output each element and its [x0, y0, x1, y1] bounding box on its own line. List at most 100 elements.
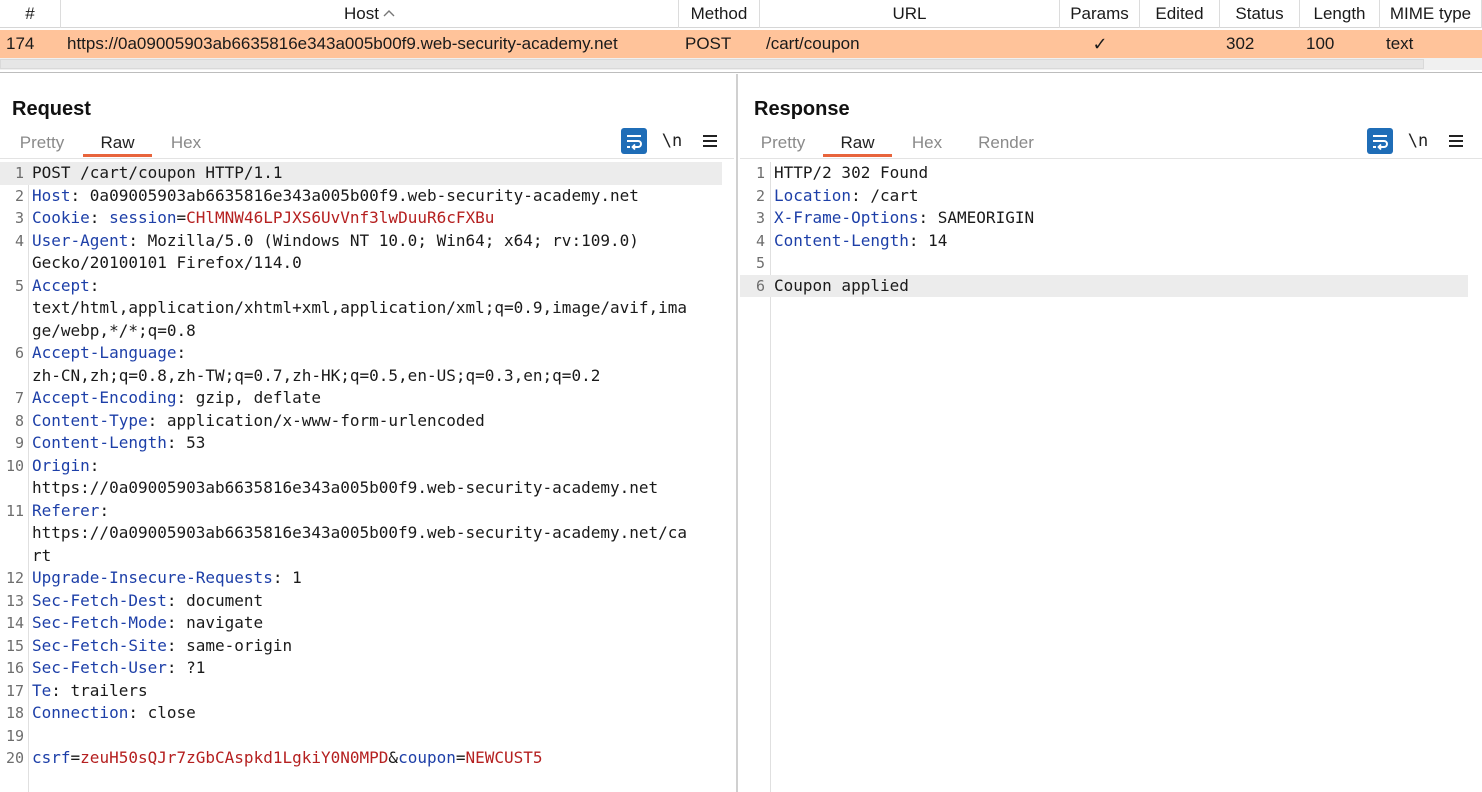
header-value: : ?1 [166, 658, 206, 677]
cookie-name: session [109, 208, 177, 227]
code-line: 18 Connection: close [0, 702, 722, 725]
line-text: X-Frame-Options: SAMEORIGIN [774, 207, 1034, 230]
header-name: X-Frame-Options [774, 208, 919, 227]
word-wrap-icon[interactable] [621, 128, 647, 154]
line-text: Upgrade-Insecure-Requests: 1 [32, 567, 302, 590]
show-newlines-toggle[interactable]: \n [1405, 128, 1431, 154]
tab-raw[interactable]: Raw [823, 131, 892, 157]
line-text: ge/webp,*/*;q=0.8 [32, 320, 196, 343]
show-newlines-toggle[interactable]: \n [659, 128, 685, 154]
row-url: /cart/coupon [766, 34, 860, 53]
column-header-params[interactable]: Params [1060, 0, 1140, 28]
code-line: text/html,application/xhtml+xml,applicat… [0, 297, 722, 320]
hamburger-menu-icon[interactable] [697, 128, 723, 154]
line-number: 6 [755, 276, 765, 295]
tab-render[interactable]: Render [970, 131, 1042, 157]
code-line: ge/webp,*/*;q=0.8 [0, 320, 722, 343]
code-line: 15 Sec-Fetch-Site: same-origin [0, 635, 722, 658]
line-text: Content-Length: 53 [32, 432, 205, 455]
tab-raw[interactable]: Raw [83, 131, 152, 157]
header-value: : navigate [166, 613, 264, 632]
line-number: 5 [755, 254, 765, 272]
code-line: zh-CN,zh;q=0.8,zh-TW;q=0.7,zh-HK;q=0.5,e… [0, 365, 722, 388]
column-header-status[interactable]: Status [1220, 0, 1300, 28]
request-title: Request [12, 98, 91, 120]
column-header-mime-type[interactable]: MIME type [1380, 0, 1482, 28]
line-text: POST /cart/coupon HTTP/1.1 [32, 162, 282, 185]
line-text: User-Agent: Mozilla/5.0 (Windows NT 10.0… [32, 230, 639, 253]
line-number: 3 [755, 209, 765, 227]
code-line: Gecko/20100101 Firefox/114.0 [0, 252, 722, 275]
line-number: 2 [14, 186, 24, 205]
header-value: : same-origin [166, 635, 293, 655]
line-number: 1 [14, 164, 24, 182]
code-line: 11 Referer: [0, 500, 722, 523]
code-line: 2 Location: /cart [740, 185, 1468, 208]
line-plain-text: HTTP/2 302 Found [774, 163, 929, 182]
line-number: 4 [14, 231, 24, 250]
line-text: Cookie: session=CHlMNW46LPJXS6UvVnf3lwDu… [32, 207, 494, 230]
body-param-value: zeuH50sQJr7zGbCAspkd1LgkiY0N0MPD [80, 748, 389, 767]
header-name: Cookie [32, 208, 90, 227]
line-text: rt [32, 545, 51, 568]
pane-splitter[interactable] [0, 72, 1482, 73]
column-header-edited[interactable]: Edited [1140, 0, 1220, 28]
line-text: Coupon applied [774, 275, 909, 298]
word-wrap-icon[interactable] [1367, 128, 1393, 154]
line-text: Accept-Language: [32, 342, 186, 365]
line-number: 17 [5, 681, 24, 700]
code-line: 6 Coupon applied [740, 274, 1468, 298]
header-value: : [89, 208, 110, 227]
line-number: 14 [5, 614, 24, 632]
column-header-method[interactable]: Method [679, 0, 760, 28]
hamburger-menu-icon[interactable] [1443, 128, 1469, 154]
tab-hex[interactable]: Hex [900, 131, 954, 157]
header-value: : gzip, deflate [176, 388, 322, 407]
header-name: Connection [32, 703, 129, 722]
column-header-number[interactable]: # [0, 0, 61, 28]
header-name: Accept-Language [32, 343, 177, 362]
line-number: 16 [5, 659, 24, 677]
line-number: 8 [14, 411, 24, 430]
tab-pretty[interactable]: Pretty [12, 131, 72, 157]
header-value: : [176, 343, 187, 362]
code-line: 3 Cookie: session=CHlMNW46LPJXS6UvVnf3lwD… [0, 207, 722, 230]
code-line: 1 POST /cart/coupon HTTP/1.1 [0, 162, 722, 185]
code-line: 3 X-Frame-Options: SAMEORIGIN [740, 207, 1468, 230]
horizontal-scrollbar[interactable] [0, 58, 1482, 70]
body-param-key: csrf [32, 748, 71, 767]
code-line: https://0a09005903ab6635816e343a005b00f9… [0, 522, 722, 545]
header-value: : 53 [166, 433, 206, 452]
column-header-url[interactable]: URL [760, 0, 1060, 28]
line-number: 15 [5, 636, 24, 655]
tab-pretty[interactable]: Pretty [754, 131, 812, 157]
line-number: 2 [755, 186, 765, 205]
line-text: https://0a09005903ab6635816e343a005b00f9… [32, 522, 687, 545]
code-line: 13 Sec-Fetch-Dest: document [0, 590, 722, 613]
column-header-length[interactable]: Length [1300, 0, 1380, 28]
line-plain-text: POST /cart/coupon HTTP/1.1 [32, 163, 283, 182]
line-text: Sec-Fetch-User: ?1 [32, 657, 205, 680]
tab-hex[interactable]: Hex [160, 131, 212, 157]
header-value: : Mozilla/5.0 (Windows NT 10.0; Win64; x… [128, 230, 639, 250]
header-value: : document [166, 590, 264, 610]
column-header-host[interactable]: Host [61, 0, 679, 28]
response-editor[interactable]: 1 HTTP/2 302 Found 2 Location: /cart 3 X-Fram… [740, 162, 1482, 792]
body-param-value: NEWCUST5 [465, 748, 543, 767]
line-text: text/html,application/xhtml+xml,applicat… [32, 297, 687, 320]
line-plain-text: https://0a09005903ab6635816e343a005b00f9… [32, 478, 659, 497]
line-plain-text: text/html,application/xhtml+xml,applicat… [32, 298, 688, 317]
panel-splitter[interactable] [736, 74, 738, 792]
scrollbar-thumb[interactable] [0, 59, 1424, 69]
tabs-divider [740, 158, 1482, 159]
code-line: 7 Accept-Encoding: gzip, deflate [0, 387, 722, 410]
request-editor[interactable]: 1 POST /cart/coupon HTTP/1.1 2 Host: 0a0900… [0, 162, 734, 792]
table-row[interactable]: 174 https://0a09005903ab6635816e343a005b… [0, 30, 1482, 58]
code-line: 19 [0, 725, 722, 748]
code-line: 5 [740, 252, 1468, 275]
line-plain-text: zh-CN,zh;q=0.8,zh-TW;q=0.7,zh-HK;q=0.5,e… [32, 365, 601, 385]
code-line: 6 Accept-Language: [0, 342, 722, 365]
code-line: 17 Te: trailers [0, 680, 722, 703]
header-name: Content-Type [32, 410, 148, 430]
line-text: Accept-Encoding: gzip, deflate [32, 387, 321, 410]
